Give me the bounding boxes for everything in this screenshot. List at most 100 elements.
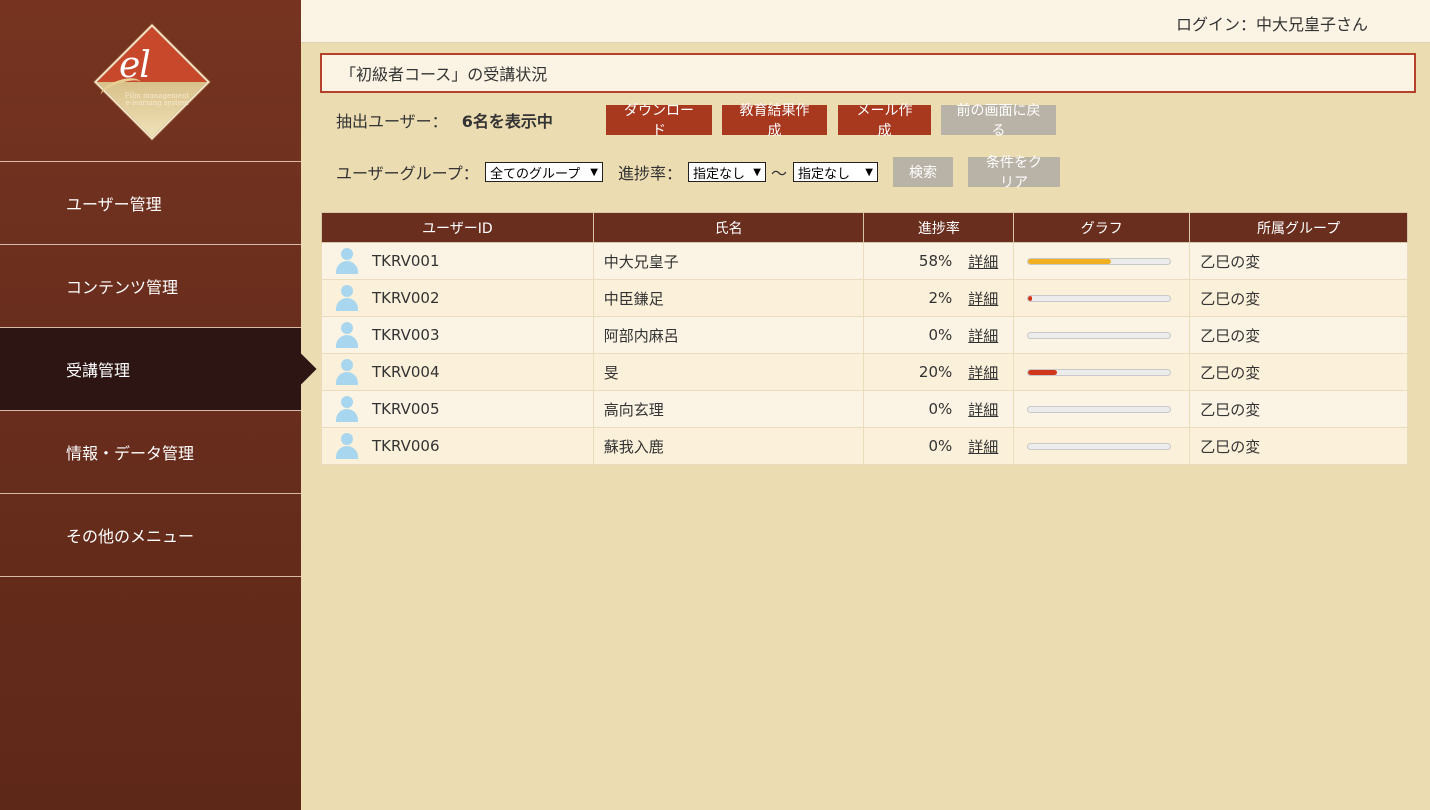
- edu-result-button[interactable]: 教育結果作成: [722, 103, 827, 139]
- sidebar-item-user-management[interactable]: ユーザー管理: [0, 162, 301, 245]
- user-icon-head: [341, 322, 353, 334]
- cell-user-id: TKRV005: [321, 390, 594, 428]
- progress-wrap: 0% 詳細: [864, 325, 1013, 346]
- user-icon: [336, 248, 358, 274]
- group-filter-label: ユーザーグループ：: [336, 164, 479, 183]
- cell-graph: [1013, 427, 1191, 465]
- user-icon: [336, 396, 358, 422]
- back-button[interactable]: 前の画面に戻る: [941, 103, 1056, 139]
- progress-to-select[interactable]: 指定なし ▼: [793, 162, 878, 182]
- cell-name: 蘇我入鹿: [592, 427, 865, 465]
- search-button[interactable]: 検索: [893, 157, 953, 187]
- user-icon: [336, 285, 358, 311]
- progress-wrap: 0% 詳細: [864, 399, 1013, 420]
- user-icon-body: [336, 409, 358, 422]
- user-group: 乙巳の変: [1200, 289, 1261, 308]
- user-id: TKRV004: [372, 363, 440, 381]
- progress-bar-fill: [1028, 258, 1111, 264]
- user-group: 乙巳の変: [1200, 400, 1261, 419]
- progress-bar: [1027, 331, 1172, 339]
- sidebar-item-label: ユーザー管理: [66, 195, 162, 214]
- detail-link[interactable]: 詳細: [968, 436, 998, 457]
- header-group[interactable]: 所属グループ: [1189, 212, 1408, 243]
- progress-from-select[interactable]: 指定なし ▼: [688, 162, 766, 182]
- user-name: 中大兄皇子: [603, 252, 679, 271]
- user-icon-head: [341, 359, 353, 371]
- cell-user-id: TKRV004: [321, 353, 594, 391]
- user-id-wrap: TKRV006: [336, 433, 593, 459]
- group-select[interactable]: 全てのグループ ▼: [485, 162, 603, 182]
- progress-bar-fill: [1028, 369, 1057, 375]
- user-icon-head: [341, 396, 353, 408]
- detail-link[interactable]: 詳細: [968, 288, 998, 309]
- progress-percent: 0%: [928, 326, 953, 344]
- progress-bar: [1027, 442, 1172, 450]
- sidebar-item-data-management[interactable]: 情報・データ管理: [0, 411, 301, 494]
- user-icon: [336, 322, 358, 348]
- cell-group: 乙巳の変: [1189, 316, 1408, 354]
- clear-button[interactable]: 条件をクリア: [968, 155, 1060, 191]
- table-row: TKRV002 中臣鎌足 2% 詳細 乙巳の変: [321, 279, 1408, 317]
- progress-filter-label: 進捗率：: [618, 164, 683, 183]
- sidebar-item-label: その他のメニュー: [66, 527, 195, 546]
- detail-link[interactable]: 詳細: [968, 325, 998, 346]
- cell-group: 乙巳の変: [1189, 353, 1408, 391]
- user-id-wrap: TKRV001: [336, 248, 593, 274]
- cell-user-id: TKRV002: [321, 279, 594, 317]
- logo-area: el Film management e-learning system: [0, 0, 301, 162]
- login-status: ログイン：中大兄皇子さん: [1175, 15, 1368, 34]
- progress-from-value: 指定なし: [693, 166, 746, 182]
- detail-link[interactable]: 詳細: [968, 399, 998, 420]
- group-select-value: 全てのグループ: [490, 166, 581, 182]
- cell-graph: [1013, 316, 1191, 354]
- header-progress[interactable]: 進捗率: [863, 212, 1015, 243]
- user-group: 乙巳の変: [1200, 363, 1261, 382]
- chevron-down-icon: ▼: [590, 166, 598, 178]
- user-id: TKRV005: [372, 400, 440, 418]
- progress-wrap: 0% 詳細: [864, 436, 1013, 457]
- sidebar-item-other-menu[interactable]: その他のメニュー: [0, 494, 301, 577]
- cell-progress: 0% 詳細: [863, 390, 1015, 428]
- user-name: 蘇我入鹿: [603, 437, 664, 456]
- user-id: TKRV002: [372, 289, 440, 307]
- top-bar: ログイン：中大兄皇子さん: [301, 0, 1430, 43]
- sidebar-item-content-management[interactable]: コンテンツ管理: [0, 245, 301, 328]
- user-count: 6名を表示中: [461, 112, 553, 131]
- header-name[interactable]: 氏名: [592, 212, 865, 243]
- download-button[interactable]: ダウンロード: [606, 103, 712, 139]
- user-icon-body: [336, 446, 358, 459]
- user-icon-body: [336, 372, 358, 385]
- progress-wrap: 2% 詳細: [864, 288, 1013, 309]
- user-id: TKRV003: [372, 326, 440, 344]
- detail-link[interactable]: 詳細: [968, 251, 998, 272]
- cell-group: 乙巳の変: [1189, 242, 1408, 280]
- cell-name: 中大兄皇子: [592, 242, 865, 280]
- cell-progress: 2% 詳細: [863, 279, 1015, 317]
- user-group: 乙巳の変: [1200, 252, 1261, 271]
- header-user-id[interactable]: ユーザーID: [321, 212, 594, 243]
- mail-button[interactable]: メール作成: [838, 103, 931, 139]
- user-id-wrap: TKRV005: [336, 396, 593, 422]
- user-icon-head: [341, 285, 353, 297]
- progress-bar-fill: [1028, 295, 1032, 301]
- cell-progress: 0% 詳細: [863, 427, 1015, 465]
- progress-bar: [1027, 368, 1172, 376]
- sidebar-item-course-management[interactable]: 受講管理: [0, 328, 301, 411]
- user-name: 中臣鎌足: [603, 289, 664, 308]
- progress-percent: 2%: [928, 289, 953, 307]
- cell-graph: [1013, 242, 1191, 280]
- cell-group: 乙巳の変: [1189, 279, 1408, 317]
- cell-name: 旻: [592, 353, 865, 391]
- user-id-wrap: TKRV002: [336, 285, 593, 311]
- table-row: TKRV004 旻 20% 詳細 乙巳の変: [321, 353, 1408, 391]
- user-id: TKRV006: [372, 437, 440, 455]
- page-title-box: 「初級者コース」の受講状況: [320, 53, 1416, 93]
- cell-graph: [1013, 279, 1191, 317]
- user-id-wrap: TKRV003: [336, 322, 593, 348]
- cell-progress: 58% 詳細: [863, 242, 1015, 280]
- detail-link[interactable]: 詳細: [968, 362, 998, 383]
- cell-graph: [1013, 390, 1191, 428]
- cell-name: 中臣鎌足: [592, 279, 865, 317]
- cell-group: 乙巳の変: [1189, 390, 1408, 428]
- user-name: 阿部内麻呂: [603, 326, 679, 345]
